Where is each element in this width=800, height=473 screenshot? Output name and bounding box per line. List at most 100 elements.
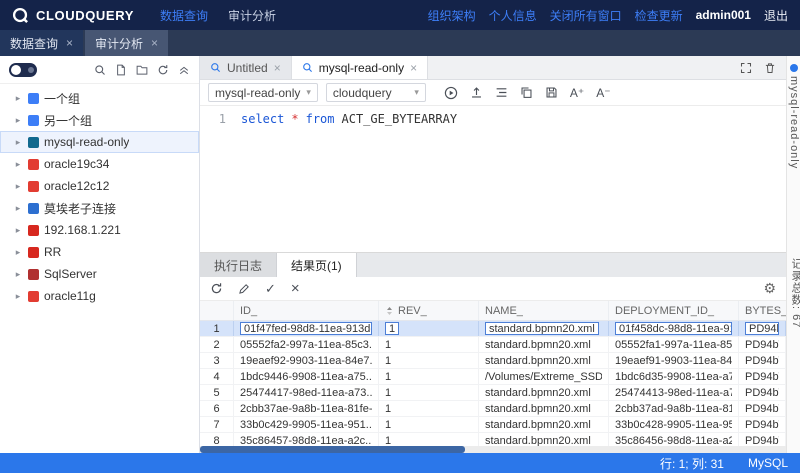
cell-bytes[interactable]: PD94bW [739, 321, 786, 336]
top-menu-item[interactable]: 审计分析 [228, 7, 276, 24]
horizontal-scrollbar[interactable] [200, 446, 786, 453]
trash-icon[interactable] [764, 62, 776, 74]
cancel-x-icon[interactable]: × [291, 281, 300, 296]
top-link[interactable]: 个人信息 [489, 7, 537, 24]
run-icon[interactable] [444, 86, 458, 100]
format-icon[interactable] [495, 86, 508, 99]
cell-bytes[interactable]: PD94bW [739, 369, 786, 384]
row-number[interactable]: 5 [200, 385, 234, 400]
search-icon[interactable] [94, 64, 106, 76]
col-header-name[interactable]: NAME_ [479, 301, 609, 320]
table-row[interactable]: 5 25474417-98ed-11ea-a73... 1 standard.b… [200, 385, 786, 401]
col-header-bytes[interactable]: BYTES_ [739, 301, 786, 320]
cell-name[interactable]: standard.bpmn20.xml [479, 353, 609, 368]
fullscreen-icon[interactable] [740, 62, 752, 74]
datasource-select[interactable]: mysql-read-only ▾ [208, 83, 318, 102]
table-row[interactable]: 7 33b0c429-9905-11ea-951... 1 standard.b… [200, 417, 786, 433]
caret-right-icon[interactable]: ▸ [13, 269, 23, 280]
results-tab[interactable]: 结果页(1) [277, 253, 357, 277]
top-link[interactable]: 检查更新 [635, 7, 683, 24]
col-header-deployment[interactable]: DEPLOYMENT_ID_ [609, 301, 739, 320]
caret-right-icon[interactable]: ▸ [13, 93, 23, 104]
cell-deployment[interactable]: 2cbb37ad-9a8b-11ea-81fe-... [609, 401, 739, 416]
cell-rev[interactable]: 1 [379, 321, 479, 336]
username[interactable]: admin001 [696, 8, 751, 22]
top-menu-item[interactable]: 数据查询 [160, 7, 208, 24]
cell-id[interactable]: 25474417-98ed-11ea-a73... [234, 385, 379, 400]
sql-editor[interactable]: 1 select * from ACT_GE_BYTEARRAY [200, 106, 786, 252]
caret-right-icon[interactable]: ▸ [13, 225, 23, 236]
database-select[interactable]: cloudquery ▾ [326, 83, 426, 102]
cell-rev[interactable]: 1 [379, 417, 479, 432]
cell-id[interactable]: 19eaef92-9903-11ea-84e7... [234, 353, 379, 368]
row-number[interactable]: 3 [200, 353, 234, 368]
refresh-icon[interactable] [157, 64, 169, 76]
col-header-rev[interactable]: REV_ [379, 301, 479, 320]
edit-icon[interactable] [238, 283, 250, 295]
row-number[interactable]: 6 [200, 401, 234, 416]
cell-bytes[interactable]: PD94bW [739, 417, 786, 432]
gear-icon[interactable]: ⚙ [763, 280, 776, 297]
caret-right-icon[interactable]: ▸ [13, 137, 23, 148]
save-icon[interactable] [545, 86, 558, 99]
table-row[interactable]: 3 19eaef92-9903-11ea-84e7... 1 standard.… [200, 353, 786, 369]
cell-name[interactable]: standard.bpmn20.xml [479, 417, 609, 432]
folder-icon[interactable] [136, 64, 148, 76]
window-tab[interactable]: 数据查询 × [0, 30, 83, 56]
close-icon[interactable]: × [151, 37, 158, 49]
tree-item[interactable]: ▸ 一个组 [0, 87, 199, 109]
col-header-rownum[interactable] [200, 301, 234, 320]
caret-right-icon[interactable]: ▸ [13, 159, 23, 170]
table-row[interactable]: 6 2cbb37ae-9a8b-11ea-81fe-... 1 standard… [200, 401, 786, 417]
table-row[interactable]: 4 1bdc9446-9908-11ea-a75... 1 /Volumes/E… [200, 369, 786, 385]
cell-bytes[interactable]: PD94bW [739, 353, 786, 368]
cell-name[interactable]: standard.bpmn20.xml [479, 337, 609, 352]
close-icon[interactable]: × [66, 37, 73, 49]
cell-name[interactable]: standard.bpmn20.xml [479, 401, 609, 416]
logout-link[interactable]: 退出 [764, 7, 788, 24]
font-increase-button[interactable]: A⁺ [570, 86, 584, 100]
cell-rev[interactable]: 1 [379, 401, 479, 416]
row-number[interactable]: 7 [200, 417, 234, 432]
cell-deployment[interactable]: 05552fa1-997a-11ea-85c3... [609, 337, 739, 352]
cell-deployment[interactable]: 1bdc6d35-9908-11ea-a75... [609, 369, 739, 384]
cell-bytes[interactable]: PD94bW [739, 337, 786, 352]
cell-name[interactable]: /Volumes/Extreme_SSD/binto... [479, 369, 609, 384]
refresh-icon[interactable] [210, 282, 223, 295]
tree-item[interactable]: ▸ 莫埃老子连接 [0, 197, 199, 219]
tree-item[interactable]: ▸ SqlServer [0, 263, 199, 285]
vertical-editor-tab[interactable]: mysql-read-only [788, 76, 800, 169]
caret-right-icon[interactable]: ▸ [13, 115, 23, 126]
scrollbar-thumb[interactable] [200, 446, 465, 453]
caret-right-icon[interactable]: ▸ [13, 181, 23, 192]
row-number[interactable]: 1 [200, 321, 234, 336]
row-number[interactable]: 4 [200, 369, 234, 384]
tree-item[interactable]: ▸ oracle12c12 [0, 175, 199, 197]
editor-tab[interactable]: mysql-read-only × [292, 56, 428, 79]
cell-id[interactable]: 1bdc9446-9908-11ea-a75... [234, 369, 379, 384]
editor-tab[interactable]: Untitled × [200, 56, 292, 79]
tree-item[interactable]: ▸ 192.168.1.221 [0, 219, 199, 241]
cell-deployment[interactable]: 01f458dc-98d8-11ea-913d-12E [609, 321, 739, 336]
table-row[interactable]: 1 01f47fed-98d8-11ea-913d-128 1 standard… [200, 321, 786, 337]
collapse-all-icon[interactable] [178, 64, 190, 76]
top-link[interactable]: 关闭所有窗口 [550, 7, 622, 24]
commit-check-icon[interactable]: ✓ [265, 282, 276, 295]
cell-deployment[interactable]: 33b0c428-9905-11ea-951... [609, 417, 739, 432]
cell-rev[interactable]: 1 [379, 385, 479, 400]
cell-deployment[interactable]: 19eaef91-9903-11ea-84e7... [609, 353, 739, 368]
tree-item[interactable]: ▸ mysql-read-only [0, 131, 199, 153]
caret-right-icon[interactable]: ▸ [13, 203, 23, 214]
tree-item[interactable]: ▸ RR [0, 241, 199, 263]
cell-id[interactable]: 01f47fed-98d8-11ea-913d-128 [234, 321, 379, 336]
tree-item[interactable]: ▸ oracle19c34 [0, 153, 199, 175]
results-tab[interactable]: 执行日志 [200, 253, 277, 277]
cell-rev[interactable]: 1 [379, 337, 479, 352]
window-tab[interactable]: 审计分析 × [85, 30, 168, 56]
file-icon[interactable] [115, 64, 127, 76]
tree-item[interactable]: ▸ oracle11g [0, 285, 199, 307]
cell-name[interactable]: standard.bpmn20.xml [479, 321, 609, 336]
cell-bytes[interactable]: PD94bW [739, 401, 786, 416]
cell-deployment[interactable]: 25474413-98ed-11ea-a73... [609, 385, 739, 400]
cell-rev[interactable]: 1 [379, 353, 479, 368]
